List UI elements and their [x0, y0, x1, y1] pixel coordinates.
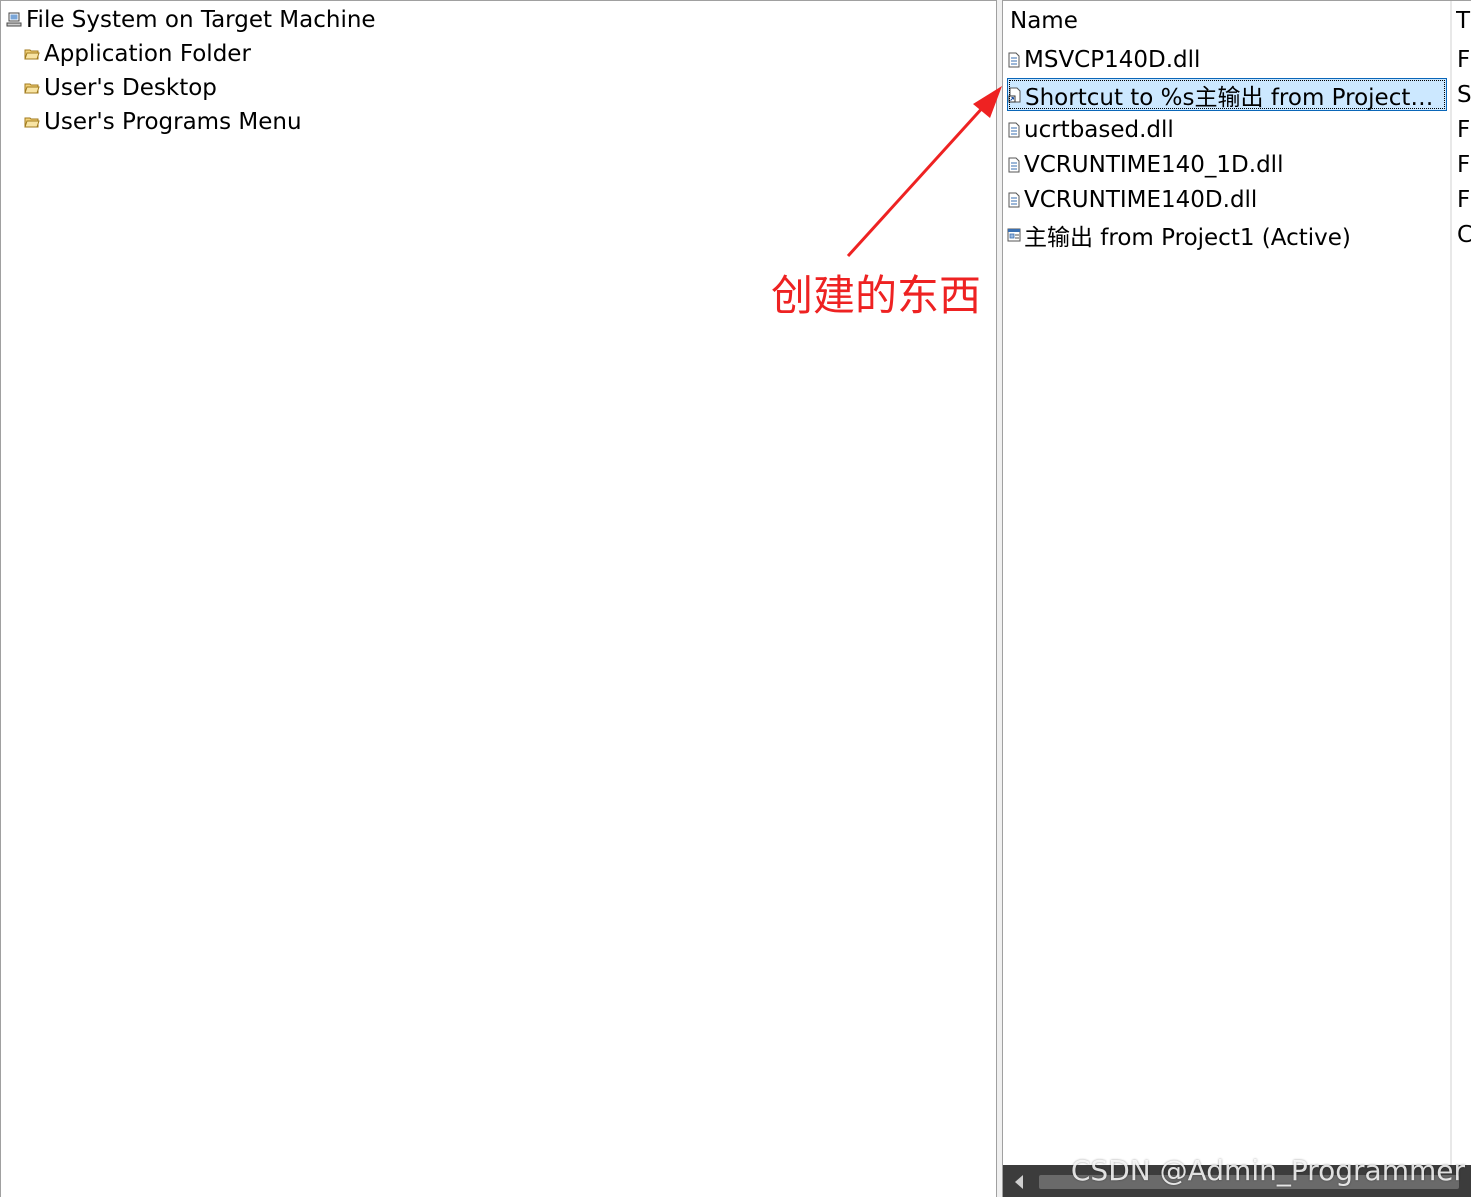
list-item-name: 主输出 from Project1 (Active) — [1024, 224, 1351, 251]
output-icon — [1007, 228, 1021, 241]
list-item-shortcut[interactable]: Shortcut to %s主输出 from Project1 (Active) — [1007, 78, 1447, 111]
list-item-vcruntime140d[interactable]: VCRUNTIME140D.dll — [1007, 183, 1447, 216]
list-item-primary-output[interactable]: 主输出 from Project1 (Active) — [1007, 218, 1447, 251]
folder-icon — [24, 49, 40, 60]
tree-item-label: User's Desktop — [44, 75, 217, 101]
list-item-type: S — [1457, 81, 1471, 108]
list-item-name: MSVCP140D.dll — [1024, 46, 1201, 73]
tree-item-users-desktop[interactable]: User's Desktop — [24, 72, 217, 104]
annotation-label: 创建的东西 — [771, 271, 982, 320]
tree-item-label: Application Folder — [44, 41, 251, 67]
tree-item-users-programs-menu[interactable]: User's Programs Menu — [24, 106, 302, 138]
file-icon — [1008, 157, 1020, 172]
file-icon — [1008, 52, 1020, 67]
list-item-type: F — [1457, 116, 1471, 143]
column-divider[interactable] — [1450, 1, 1452, 1166]
column-header-type-label: T — [1456, 8, 1471, 34]
file-icon — [1008, 192, 1020, 207]
list-item-type: C — [1457, 221, 1471, 248]
tree-root-label: File System on Target Machine — [26, 7, 376, 33]
list-item-name: Shortcut to %s主输出 from Project1 (Active) — [1025, 84, 1446, 111]
list-item-name: ucrtbased.dll — [1024, 116, 1174, 143]
list-item-type: F — [1457, 151, 1471, 178]
list-item-ucrtbased[interactable]: ucrtbased.dll — [1007, 113, 1447, 146]
folder-icon — [24, 117, 40, 128]
file-system-editor: File System on Target Machine Applicatio… — [0, 0, 1471, 1197]
list-item-name: VCRUNTIME140D.dll — [1024, 186, 1258, 213]
scroll-left-arrow-icon[interactable] — [1015, 1175, 1023, 1189]
pane-splitter[interactable] — [996, 0, 1003, 1197]
tree-item-application-folder[interactable]: Application Folder — [24, 38, 251, 70]
file-list-pane[interactable]: Name T MSVCP140D.dll F Shortcut to %s主输出 — [1003, 0, 1471, 1197]
tree-root-item[interactable]: File System on Target Machine — [6, 4, 376, 36]
file-icon — [1008, 122, 1020, 137]
column-header-type[interactable]: T — [1456, 1, 1471, 41]
folder-icon — [24, 83, 40, 94]
list-item-name: VCRUNTIME140_1D.dll — [1024, 151, 1284, 178]
folder-tree-pane[interactable]: File System on Target Machine Applicatio… — [0, 0, 996, 1197]
shortcut-icon — [1008, 87, 1021, 102]
column-header-name[interactable]: Name — [1010, 1, 1450, 41]
computer-icon — [6, 12, 22, 27]
tree-item-label: User's Programs Menu — [44, 109, 302, 135]
watermark: CSDN @Admin_Programmer — [1070, 1154, 1465, 1187]
list-item-type: F — [1457, 46, 1471, 73]
list-item-type: F — [1457, 186, 1471, 213]
list-item-msvcp140d[interactable]: MSVCP140D.dll — [1007, 43, 1447, 76]
column-header-name-label: Name — [1010, 8, 1078, 34]
list-item-vcruntime140-1d[interactable]: VCRUNTIME140_1D.dll — [1007, 148, 1447, 181]
